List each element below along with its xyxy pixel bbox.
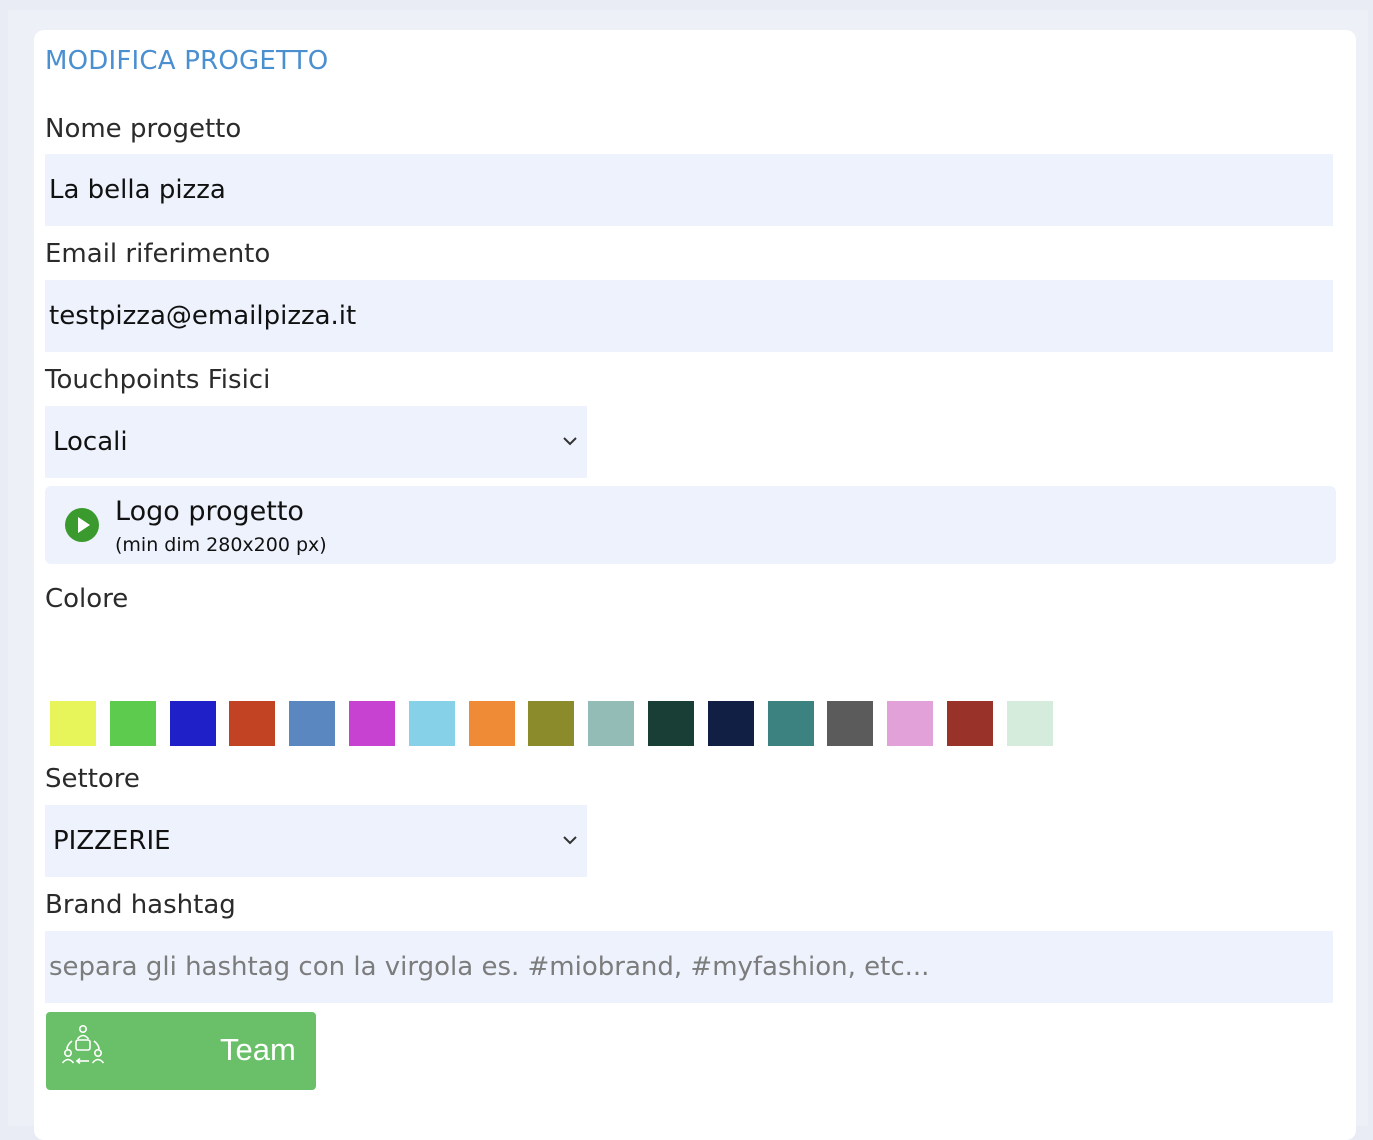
sector-select[interactable]: PIZZERIE <box>45 805 587 877</box>
touchpoints-selected-value: Locali <box>53 427 128 457</box>
color-swatch[interactable] <box>468 701 515 746</box>
color-swatch[interactable] <box>229 701 276 746</box>
color-swatch[interactable] <box>887 701 934 746</box>
color-swatch[interactable] <box>528 701 575 746</box>
color-swatch[interactable] <box>767 701 814 746</box>
edit-project-card: MODIFICA PROGETTO Nome progetto Email ri… <box>34 30 1356 1140</box>
color-swatch[interactable] <box>408 701 455 746</box>
color-swatch[interactable] <box>648 701 694 746</box>
hashtag-label: Brand hashtag <box>45 890 236 920</box>
color-swatch[interactable] <box>349 701 395 746</box>
project-name-label: Nome progetto <box>45 114 242 144</box>
team-button-label: Team <box>220 1032 296 1067</box>
color-swatch[interactable] <box>109 701 156 746</box>
touchpoints-label: Touchpoints Fisici <box>45 365 271 395</box>
color-swatch[interactable] <box>50 701 96 746</box>
color-swatch[interactable] <box>707 701 754 746</box>
chevron-down-icon <box>563 836 577 845</box>
color-swatch[interactable] <box>947 701 993 746</box>
page-title: MODIFICA PROGETTO <box>45 46 329 76</box>
logo-title: Logo progetto <box>115 496 304 527</box>
team-button[interactable]: Team <box>46 1012 316 1090</box>
team-cycle-icon <box>61 1025 105 1065</box>
logo-upload[interactable]: Logo progetto (min dim 280x200 px) <box>45 486 1336 564</box>
play-circle-icon <box>65 508 99 542</box>
project-name-input[interactable] <box>45 154 1333 226</box>
touchpoints-select[interactable]: Locali <box>45 406 587 478</box>
logo-size-hint: (min dim 280x200 px) <box>115 534 327 556</box>
color-swatch[interactable] <box>169 701 216 746</box>
sector-label: Settore <box>45 764 140 794</box>
email-input[interactable] <box>45 280 1333 352</box>
color-swatch[interactable] <box>588 701 635 746</box>
hashtag-input[interactable] <box>45 931 1333 1003</box>
color-swatch[interactable] <box>1006 701 1053 746</box>
sector-selected-value: PIZZERIE <box>53 826 171 856</box>
chevron-down-icon <box>563 437 577 446</box>
email-label: Email riferimento <box>45 239 271 269</box>
color-swatch[interactable] <box>289 701 336 746</box>
color-label: Colore <box>45 584 129 614</box>
color-swatch[interactable] <box>827 701 874 746</box>
